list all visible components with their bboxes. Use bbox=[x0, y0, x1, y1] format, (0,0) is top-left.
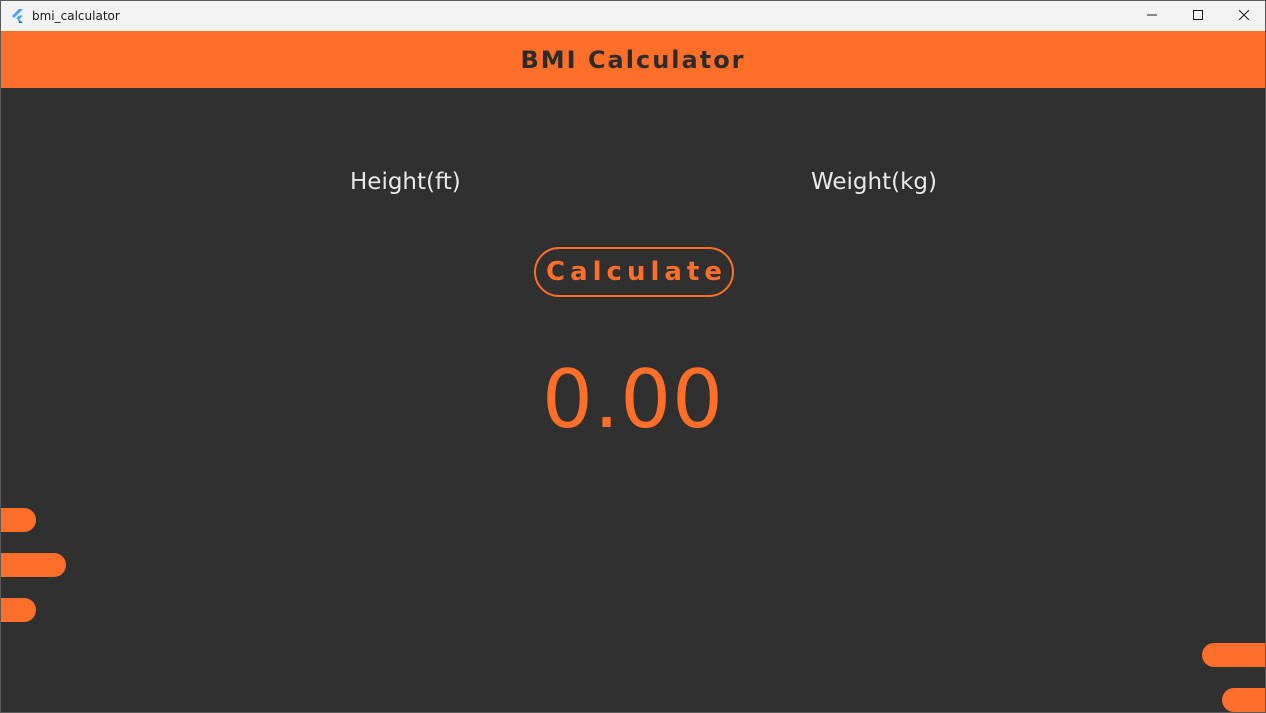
decorative-pill bbox=[1222, 688, 1265, 712]
height-input-label[interactable]: Height(ft) bbox=[350, 169, 461, 195]
bmi-result: 0.00 bbox=[541, 353, 725, 446]
close-button[interactable] bbox=[1221, 1, 1265, 31]
title-bar[interactable]: bmi_calculator bbox=[1, 1, 1265, 31]
app-bar: BMI Calculator bbox=[1, 31, 1265, 88]
decorative-pill bbox=[1, 508, 36, 532]
maximize-button[interactable] bbox=[1175, 1, 1221, 31]
app-window: bmi_calculator BMI Calculator Height(ft)… bbox=[0, 0, 1266, 713]
close-icon bbox=[1238, 7, 1250, 25]
window-title: bmi_calculator bbox=[32, 9, 120, 23]
app-bar-title: BMI Calculator bbox=[520, 45, 746, 74]
calculate-button[interactable]: Calculate bbox=[534, 247, 734, 297]
minimize-button[interactable] bbox=[1129, 1, 1175, 31]
decorative-pill bbox=[1202, 643, 1265, 667]
weight-input-label[interactable]: Weight(kg) bbox=[811, 169, 937, 195]
flutter-icon bbox=[11, 9, 25, 23]
decorative-pill bbox=[1, 553, 66, 577]
maximize-icon bbox=[1193, 7, 1203, 25]
minimize-icon bbox=[1147, 7, 1157, 25]
decorative-pill bbox=[1, 598, 36, 622]
